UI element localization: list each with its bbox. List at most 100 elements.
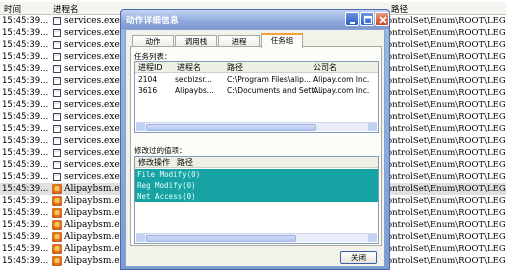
task-name: secbizsr... <box>175 75 212 84</box>
path-cell: ontrolSet\Enum\ROOT\LEGACY_ <box>387 76 506 86</box>
column-header-path[interactable]: 路径 <box>391 3 408 15</box>
alipay-icon <box>52 256 62 266</box>
scroll-left-icon[interactable] <box>136 234 145 242</box>
list-item[interactable]: 3616 Alipaybs... C:\Documents and Sett..… <box>135 85 378 96</box>
task-path: C:\Program Files\alip... <box>227 75 311 84</box>
maximize-button[interactable] <box>360 12 374 26</box>
dialog-title-bar[interactable]: 动作详细信息 <box>121 10 389 29</box>
service-icon <box>53 65 61 73</box>
task-pid: 3616 <box>138 86 158 95</box>
process-cell: services.exe <box>64 160 120 170</box>
service-icon <box>53 137 61 145</box>
operation-text: Net Access(0) <box>137 192 196 201</box>
task-name: Alipaybs... <box>175 86 214 95</box>
time-cell: 15:45:39... <box>2 220 49 230</box>
close-button[interactable]: 关闭 <box>340 251 377 264</box>
scroll-right-icon[interactable] <box>368 123 377 131</box>
time-cell: 15:45:39... <box>2 28 49 38</box>
time-cell: 15:45:39... <box>2 76 49 86</box>
scroll-right-icon[interactable] <box>368 234 377 242</box>
service-icon <box>53 113 61 121</box>
task-list-header: 进程ID 进程名 路径 公司名 <box>135 62 378 73</box>
time-cell: 15:45:39... <box>2 88 49 98</box>
operation-text: Reg Modify(0) <box>137 181 196 190</box>
task-company: Alipay.com Inc. <box>313 86 370 95</box>
time-cell: 15:45:39... <box>2 232 49 242</box>
path-cell: ontrolSet\Enum\ROOT\LEGACY_ <box>387 100 506 110</box>
time-cell: 15:45:39... <box>2 100 49 110</box>
action-detail-dialog: 动作详细信息 动作 调用栈 进程 任务组 任务列表： 进程ID 进程名 路径 公… <box>120 9 390 270</box>
path-cell: ontrolSet\Enum\ROOT\LEGACY_ <box>387 64 506 74</box>
path-cell: ontrolSet\Enum\ROOT\LEGACY_ <box>387 196 506 206</box>
column-header-path[interactable]: 路径 <box>227 62 243 73</box>
process-cell: services.exe <box>64 112 120 122</box>
process-cell: services.exe <box>64 172 120 182</box>
alipay-icon <box>52 208 62 218</box>
column-header-pid[interactable]: 进程ID <box>138 62 163 73</box>
column-header-company[interactable]: 公司名 <box>313 62 337 73</box>
list-item[interactable]: 2104 secbizsr... C:\Program Files\alip..… <box>135 74 378 85</box>
path-cell: ontrolSet\Enum\ROOT\LEGACY_ <box>387 160 506 170</box>
column-header-process[interactable]: 进程名 <box>53 3 79 15</box>
time-cell: 15:45:39... <box>2 124 49 134</box>
column-header-operation[interactable]: 修改操作 <box>138 157 170 168</box>
minimize-button[interactable] <box>345 12 359 26</box>
process-cell: services.exe <box>64 28 120 38</box>
horizontal-scrollbar[interactable] <box>136 122 377 131</box>
process-cell: services.exe <box>64 136 120 146</box>
path-cell: ontrolSet\Enum\ROOT\LEGACY_ <box>387 208 506 218</box>
path-cell: ontrolSet\Enum\ROOT\LEGACY_ <box>387 124 506 134</box>
service-icon <box>53 173 61 181</box>
list-item[interactable]: File Modify(0) <box>135 169 378 180</box>
time-cell: 15:45:39... <box>2 52 49 62</box>
column-header-time[interactable]: 时间 <box>4 3 21 15</box>
modified-values-list[interactable]: 修改操作 路径 File Modify(0) Reg Modify(0) Net… <box>134 156 379 244</box>
service-icon <box>53 17 61 25</box>
horizontal-scrollbar[interactable] <box>136 233 377 242</box>
maximize-icon <box>363 15 373 25</box>
scroll-thumb[interactable] <box>146 235 296 242</box>
mod-list-label: 修改过的值项： <box>134 146 187 155</box>
service-icon <box>53 41 61 49</box>
process-cell: services.exe <box>64 76 120 86</box>
column-header-path[interactable]: 路径 <box>177 157 193 168</box>
scroll-left-icon[interactable] <box>136 123 145 131</box>
task-list[interactable]: 进程ID 进程名 路径 公司名 2104 secbizsr... C:\Prog… <box>134 61 379 133</box>
tab-task-group[interactable]: 任务组 <box>261 33 303 48</box>
list-item[interactable]: Reg Modify(0) <box>135 180 378 191</box>
process-cell: services.exe <box>64 52 120 62</box>
process-cell: services.exe <box>64 88 120 98</box>
close-window-button[interactable] <box>375 12 389 26</box>
path-cell: ontrolSet\Enum\ROOT\LEGACY_ <box>387 184 506 194</box>
dialog-client-area: 动作 调用栈 进程 任务组 任务列表： 进程ID 进程名 路径 公司名 2104… <box>125 29 385 267</box>
service-icon <box>53 53 61 61</box>
time-cell: 15:45:39... <box>2 160 49 170</box>
path-cell: ontrolSet\Enum\ROOT\LEGACY_ <box>387 40 506 50</box>
minimize-icon <box>350 22 355 24</box>
time-cell: 15:45:39... <box>2 244 49 254</box>
service-icon <box>53 161 61 169</box>
service-icon <box>53 89 61 97</box>
tab-panel-task-group: 任务列表： 进程ID 进程名 路径 公司名 2104 secbizsr... C… <box>130 46 382 246</box>
task-company: Alipay.com Inc. <box>313 75 370 84</box>
process-cell: services.exe <box>64 40 120 50</box>
time-cell: 15:45:39... <box>2 184 49 194</box>
mod-list-header: 修改操作 路径 <box>135 157 378 168</box>
path-cell: ontrolSet\Enum\ROOT\LEGACY_ <box>387 52 506 62</box>
alipay-icon <box>52 184 62 194</box>
dialog-title: 动作详细信息 <box>126 16 179 26</box>
service-icon <box>53 101 61 109</box>
time-cell: 15:45:39... <box>2 136 49 146</box>
close-icon <box>379 16 387 24</box>
service-icon <box>53 125 61 133</box>
path-cell: ontrolSet\Enum\ROOT\LEGACY_ <box>387 220 506 230</box>
list-item[interactable]: Net Access(0) <box>135 191 378 202</box>
scroll-thumb[interactable] <box>146 124 316 131</box>
service-icon <box>53 77 61 85</box>
column-header-name[interactable]: 进程名 <box>177 62 201 73</box>
process-cell: services.exe <box>64 148 120 158</box>
alipay-icon <box>52 244 62 254</box>
path-cell: ontrolSet\Enum\ROOT\LEGACY_ <box>387 148 506 158</box>
path-cell: ontrolSet\Enum\ROOT\LEGACY_ <box>387 88 506 98</box>
path-cell: ontrolSet\Enum\ROOT\LEGACY_ <box>387 256 506 266</box>
